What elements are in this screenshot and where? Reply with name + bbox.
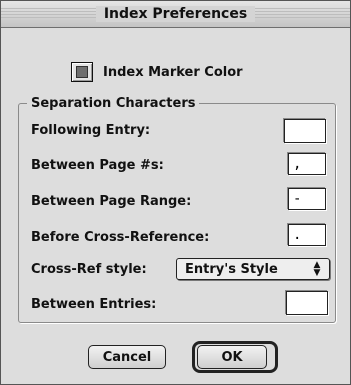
separation-characters-legend: Separation Characters bbox=[31, 96, 196, 111]
between-page-range-label: Between Page Range: bbox=[31, 194, 192, 209]
before-cross-reference-field[interactable]: . bbox=[288, 224, 326, 246]
window-title: Index Preferences bbox=[95, 6, 256, 22]
popup-arrows-icon: ▲ ▼ bbox=[313, 260, 321, 278]
index-preferences-dialog: Index Preferences Index Marker Color Sep… bbox=[0, 0, 351, 385]
cancel-button[interactable]: Cancel bbox=[88, 345, 166, 369]
between-page-range-field[interactable]: - bbox=[288, 188, 326, 210]
index-marker-color-row: Index Marker Color bbox=[71, 61, 243, 83]
between-page-numbers-label: Between Page #s: bbox=[31, 158, 164, 173]
index-marker-color-label: Index Marker Color bbox=[103, 64, 243, 80]
cross-ref-style-popup[interactable]: Entry's Style ▲ ▼ bbox=[176, 258, 330, 280]
between-entries-field[interactable] bbox=[286, 291, 328, 315]
ok-button[interactable]: OK bbox=[197, 345, 267, 369]
color-swatch-icon bbox=[76, 66, 88, 78]
following-entry-field[interactable] bbox=[284, 119, 326, 143]
between-entries-label: Between Entries: bbox=[31, 297, 157, 312]
title-bar[interactable]: Index Preferences bbox=[1, 1, 350, 28]
before-cross-reference-label: Before Cross-Reference: bbox=[31, 230, 210, 245]
cross-ref-style-value: Entry's Style bbox=[185, 261, 278, 277]
following-entry-label: Following Entry: bbox=[31, 123, 151, 138]
between-page-numbers-field[interactable]: , bbox=[288, 153, 326, 175]
cross-ref-style-label: Cross-Ref style: bbox=[31, 262, 147, 277]
index-marker-color-button[interactable] bbox=[71, 62, 93, 82]
